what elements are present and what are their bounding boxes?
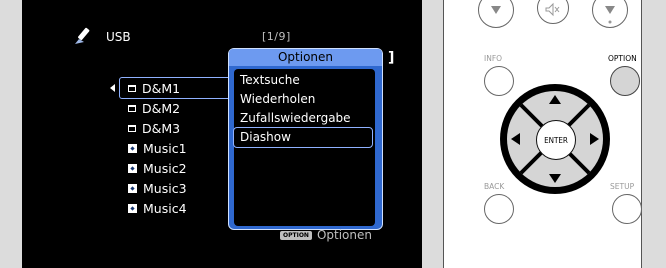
option-hint: OPTION Optionen (280, 228, 372, 242)
options-menu-title: Optionen (229, 49, 382, 66)
music-file-icon (128, 183, 137, 193)
list-item-label: D&M2 (142, 100, 181, 116)
list-item[interactable]: D&M1 (110, 77, 231, 99)
music-file-icon (128, 143, 137, 153)
option-badge: OPTION (280, 230, 312, 240)
list-item-label: D&M3 (142, 120, 181, 136)
back-label: BACK (484, 182, 505, 191)
folder-icon (128, 104, 136, 112)
list-item[interactable]: Music4 (120, 198, 230, 218)
list-item-label: Music4 (143, 200, 187, 216)
folder-icon (128, 124, 136, 132)
source-label: USB (106, 30, 131, 44)
volume-up-button[interactable] (592, 0, 628, 28)
list-item[interactable]: D&M2 (120, 98, 230, 118)
options-menu-list: Textsuche Wiederholen Zufallswiedergabe … (233, 69, 375, 226)
options-menu: Optionen Textsuche Wiederholen Zufallswi… (228, 48, 383, 230)
enter-button[interactable]: ENTER (536, 120, 576, 160)
direction-pad: ENTER (498, 82, 612, 196)
volume-down-button[interactable] (478, 0, 514, 28)
triangle-down-icon (605, 6, 615, 24)
menu-item-diashow[interactable]: Diashow (233, 127, 373, 148)
file-list: D&M1 D&M2 D&M3 Music1 Music2 Music3 Musi… (110, 77, 231, 218)
folder-icon (128, 84, 136, 92)
menu-item-textsuche[interactable]: Textsuche (234, 71, 375, 90)
mute-icon (545, 2, 560, 17)
cursor-arrow-icon (110, 84, 115, 92)
list-item[interactable]: Music1 (120, 138, 230, 158)
page-indicator: [1/9] (262, 30, 291, 43)
list-item-label: Music1 (143, 140, 187, 156)
setup-button[interactable] (612, 194, 642, 224)
remote-control: INFO OPTION ENTER BACK SETUP (443, 0, 642, 268)
list-item-label: Music2 (143, 160, 187, 176)
triangle-down-icon (491, 6, 501, 14)
option-label: OPTION (608, 54, 637, 63)
setup-label: SETUP (610, 182, 635, 191)
menu-item-wiederholen[interactable]: Wiederholen (234, 90, 375, 109)
mute-button[interactable] (537, 0, 569, 24)
remote-area: INFO OPTION ENTER BACK SETUP (436, 0, 666, 268)
list-item[interactable]: Music2 (120, 158, 230, 178)
list-item-label: Music3 (143, 180, 187, 196)
option-hint-label: Optionen (316, 228, 372, 242)
partial-bracket: ] (388, 50, 395, 66)
list-item-label: D&M1 (142, 80, 181, 96)
music-file-icon (128, 163, 137, 173)
list-item[interactable]: Music3 (120, 178, 230, 198)
usb-icon (75, 27, 90, 44)
menu-item-zufallswiedergabe[interactable]: Zufallswiedergabe (234, 109, 375, 128)
music-file-icon (128, 203, 137, 213)
tv-screen: USB [1/9] ] D&M1 D&M2 D&M3 Music1 Music2… (22, 0, 422, 268)
info-label: INFO (484, 54, 503, 63)
back-button[interactable] (484, 194, 514, 224)
option-button[interactable] (610, 66, 640, 96)
list-item[interactable]: D&M3 (120, 118, 230, 138)
